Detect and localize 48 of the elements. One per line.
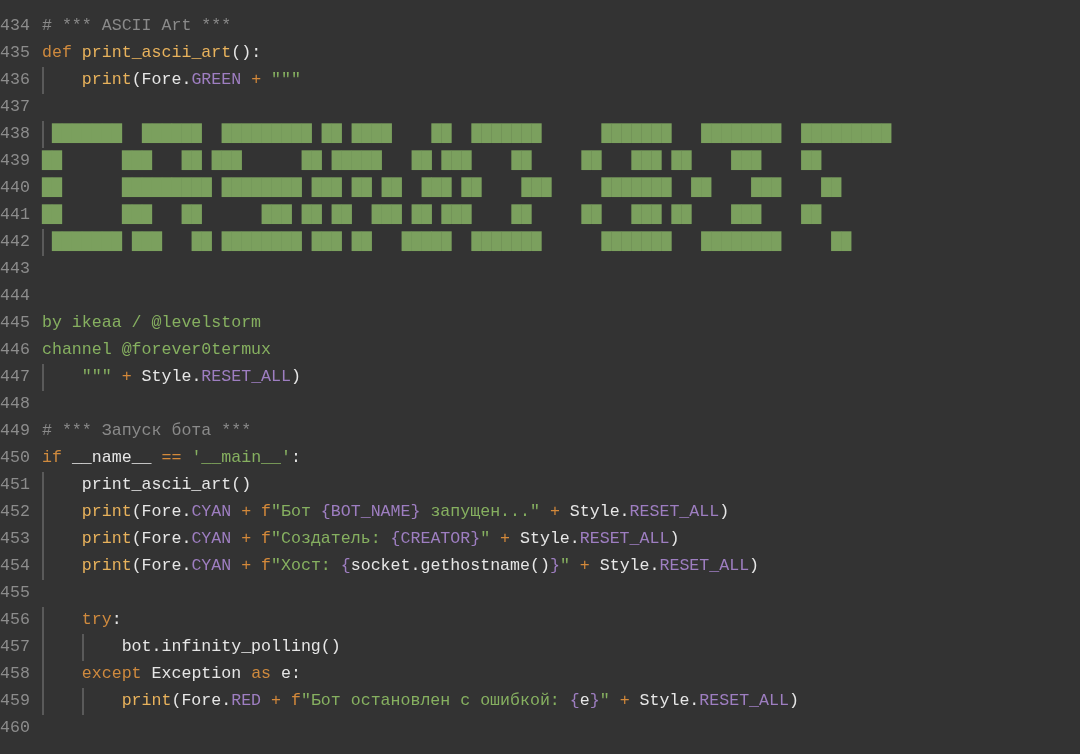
code-line: try: — [80, 609, 122, 632]
code-line: print_ascii_art() — [80, 474, 252, 497]
code-line: # *** Запуск бота *** — [42, 420, 252, 443]
line-number: 459 — [0, 690, 31, 713]
line-number: 457 — [0, 636, 31, 659]
code-line: print(Fore.CYAN + f"Хост: {socket.gethostname()}" + Style.RESET_ALL) — [80, 555, 760, 578]
line-number: 439 — [0, 150, 31, 173]
line-number: 448 — [0, 393, 31, 416]
code-line: bot.infinity_polling() — [120, 636, 341, 659]
line-number: 434 — [0, 15, 31, 38]
line-number: 451 — [0, 474, 31, 497]
line-number: 442 — [0, 231, 31, 254]
line-number: 460 — [0, 717, 31, 740]
line-number: 443 — [0, 258, 31, 281]
code-line: print(Fore.CYAN + f"Бот {BOT_NAME} запущен..." + Style.RESET_ALL) — [80, 501, 730, 524]
code-line: channel @forever0termux — [42, 339, 272, 362]
code-line: def print_ascii_art(): — [42, 42, 262, 65]
code-line: print(Fore.GREEN + """ — [80, 69, 301, 92]
code-line: by ikeaa / @levelstorm — [42, 312, 262, 335]
code-line: if __name__ == '__main__': — [42, 447, 301, 470]
line-number: 444 — [0, 285, 31, 308]
line-number: 440 — [0, 177, 31, 200]
ascii-art-line: ██ █████████ ████████ ███ ██ ██ ███ ██ ███ ███████ ██ ███ ██ — [42, 177, 842, 199]
line-number: 446 — [0, 339, 31, 362]
code-line: """ + Style.RESET_ALL) — [80, 366, 301, 389]
line-number: 455 — [0, 582, 31, 605]
line-number: 454 — [0, 555, 31, 578]
code-line: # *** ASCII Art *** — [42, 15, 232, 38]
line-number: 441 — [0, 204, 31, 227]
ascii-art-line: ███████ ███ ██ ████████ ███ ██ █████ ███████ ███████ ████████ ██ — [51, 231, 852, 253]
code-line: except Exception as e: — [80, 663, 301, 686]
line-number: 437 — [0, 96, 31, 119]
line-number: 456 — [0, 609, 31, 632]
ascii-art-line: ██ ███ ██ ███ ██ █████ ██ ███ ██ ██ ███ ██ ███ ██ — [42, 150, 822, 172]
line-number: 458 — [0, 663, 31, 686]
ascii-art-line: ███████ ██████ █████████ ██ ████ ██ ███████ ███████ ████████ █████████ — [51, 123, 892, 145]
line-number: 449 — [0, 420, 31, 443]
code-line: print(Fore.RED + f"Бот остановлен с ошибкой: {e}" + Style.RESET_ALL) — [120, 690, 799, 713]
ascii-art-line: ██ ███ ██ ███ ██ ██ ███ ██ ███ ██ ██ ███ ██ ███ ██ — [42, 204, 822, 226]
line-number: 447 — [0, 366, 31, 389]
line-number: 435 — [0, 42, 31, 65]
code-line: print(Fore.CYAN + f"Создатель: {CREATOR}" + Style.RESET_ALL) — [80, 528, 680, 551]
line-number: 452 — [0, 501, 31, 524]
line-number: 445 — [0, 312, 31, 335]
line-number: 438 — [0, 123, 31, 146]
line-number: 453 — [0, 528, 31, 551]
line-number: 436 — [0, 69, 31, 92]
line-number: 450 — [0, 447, 31, 470]
